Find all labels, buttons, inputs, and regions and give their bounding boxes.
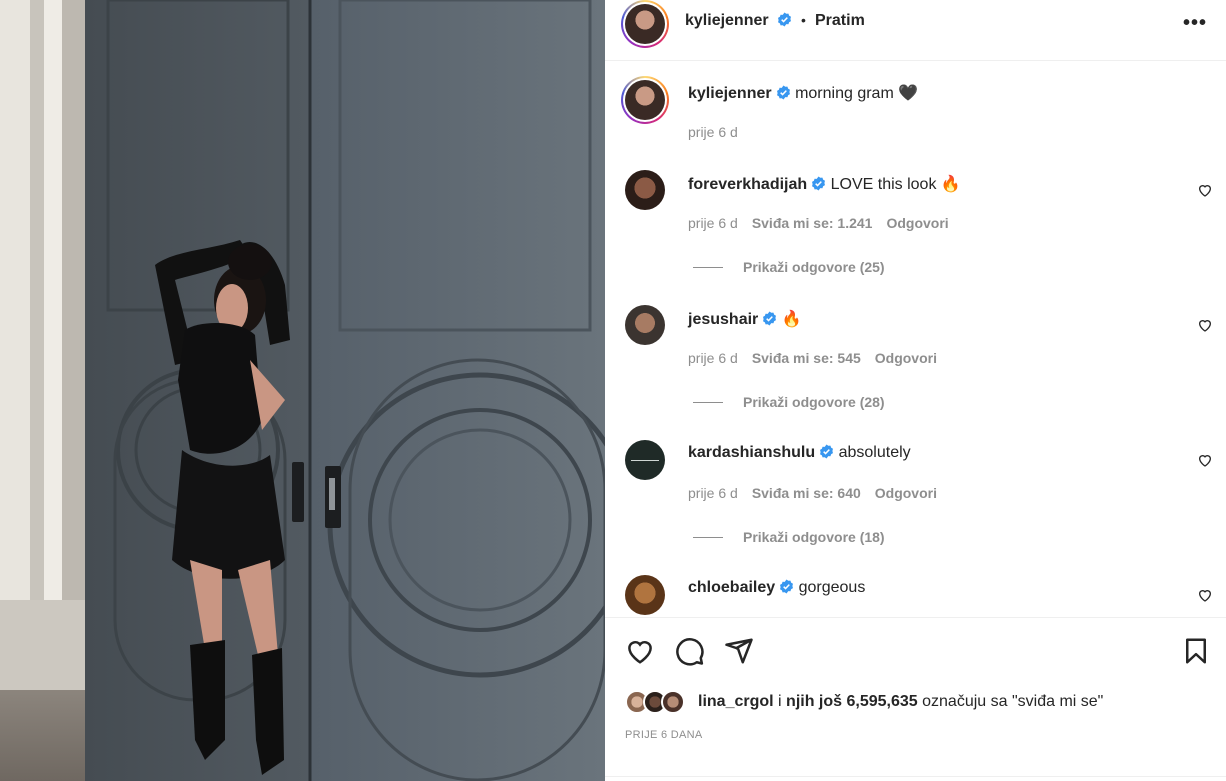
likes-count[interactable]: njih još 6,595,635 <box>786 693 918 710</box>
author-username[interactable]: kyliejenner <box>685 12 792 30</box>
liker-avatar <box>661 690 685 714</box>
view-replies-button[interactable]: Prikaži odgovore (25) <box>693 259 885 275</box>
comment-text: LOVE this look <box>830 176 937 193</box>
more-icon[interactable]: ••• <box>1183 12 1207 35</box>
comment-line: foreverkhadijah LOVE this look 🔥 <box>688 174 961 194</box>
heart-icon[interactable] <box>625 636 655 666</box>
comment-item: chloebailey gorgeous <box>605 557 1226 616</box>
comment-username[interactable]: kardashianshulu <box>688 444 815 461</box>
heart-icon[interactable] <box>1197 182 1213 198</box>
fire-emoji: 🔥 <box>781 311 802 328</box>
divider <box>605 776 1226 777</box>
post-header: kyliejenner • Pratim ••• <box>605 0 1226 61</box>
post-date[interactable]: PRIJE 6 DANA <box>625 729 703 741</box>
post-photo[interactable] <box>0 0 605 781</box>
caption-time[interactable]: prije 6 d <box>688 124 738 140</box>
avatar-logo-mark <box>631 459 659 461</box>
caption-line: kyliejenner morning gram 🖤 <box>688 83 918 103</box>
verified-icon <box>820 444 834 459</box>
comment-meta: prije 6 d Sviđa mi se: 640 Odgovori <box>688 485 951 501</box>
comment-meta: prije 6 d Sviđa mi se: 1.241 Odgovori <box>688 215 963 231</box>
view-replies-button[interactable]: Prikaži odgovore (28) <box>693 394 885 410</box>
comment-item: kardashianshulu absolutely prije 6 d Sviđ… <box>605 422 1226 557</box>
comment-username[interactable]: jesushair <box>688 311 758 328</box>
commenter-avatar[interactable] <box>625 305 665 345</box>
verified-icon <box>812 176 826 191</box>
commenter-avatar[interactable] <box>625 170 665 210</box>
comment-icon[interactable] <box>675 636 705 666</box>
caption-avatar[interactable] <box>621 76 669 124</box>
verified-icon <box>780 579 794 594</box>
post-caption: kyliejenner morning gram 🖤 prije 6 d <box>605 62 1226 152</box>
replies-divider <box>693 537 723 538</box>
likes-text: lina_crgol i njih još 6,595,635 označuju… <box>698 693 1103 711</box>
view-replies-button[interactable]: Prikaži odgovore (18) <box>693 529 885 545</box>
post-photo-image <box>0 0 605 781</box>
commenter-avatar[interactable] <box>625 575 665 615</box>
bookmark-icon[interactable] <box>1181 636 1211 666</box>
comment-time[interactable]: prije 6 d <box>688 215 738 231</box>
reply-button[interactable]: Odgovori <box>875 350 937 366</box>
replies-divider <box>693 267 723 268</box>
header-separator: • <box>801 12 806 28</box>
first-liker[interactable]: lina_crgol <box>698 693 774 710</box>
comment-username[interactable]: foreverkhadijah <box>688 176 807 193</box>
share-icon[interactable] <box>724 636 754 666</box>
replies-divider <box>693 402 723 403</box>
reply-button[interactable]: Odgovori <box>875 485 937 501</box>
comment-likes[interactable]: Sviđa mi se: 640 <box>752 485 861 501</box>
comment-time[interactable]: prije 6 d <box>688 350 738 366</box>
comment-item: foreverkhadijah LOVE this look 🔥 prije 6… <box>605 152 1226 287</box>
heart-icon[interactable] <box>1197 317 1213 333</box>
verified-icon <box>776 85 790 100</box>
likes-suffix: označuju sa "sviđa mi se" <box>922 693 1104 710</box>
verified-icon <box>763 311 777 326</box>
comment-text: gorgeous <box>798 579 866 596</box>
comment-line: chloebailey gorgeous <box>688 579 865 597</box>
comment-line: jesushair 🔥 <box>688 309 802 329</box>
view-replies-label[interactable]: Prikaži odgovore (25) <box>743 259 885 275</box>
fire-emoji: 🔥 <box>940 176 961 193</box>
caption-username[interactable]: kyliejenner <box>688 85 772 102</box>
likes-conjunction: i <box>778 693 782 710</box>
author-username-text[interactable]: kyliejenner <box>685 12 769 29</box>
commenter-avatar[interactable] <box>625 440 665 480</box>
heart-icon[interactable] <box>1197 587 1213 603</box>
comment-likes[interactable]: Sviđa mi se: 545 <box>752 350 861 366</box>
view-replies-label[interactable]: Prikaži odgovore (28) <box>743 394 885 410</box>
comment-likes[interactable]: Sviđa mi se: 1.241 <box>752 215 873 231</box>
comment-text: absolutely <box>838 444 911 461</box>
comment-username[interactable]: chloebailey <box>688 579 775 596</box>
author-avatar[interactable] <box>621 0 669 48</box>
post-actions: lina_crgol i njih još 6,595,635 označuju… <box>605 617 1226 781</box>
comment-item: jesushair 🔥 prije 6 d Sviđa mi se: 545 Odg… <box>605 287 1226 422</box>
verified-icon <box>778 12 792 27</box>
view-replies-label[interactable]: Prikaži odgovore (18) <box>743 529 885 545</box>
caption-text: morning gram <box>795 85 894 102</box>
black-heart-emoji: 🖤 <box>898 85 919 102</box>
post-detail-panel: kyliejenner • Pratim ••• kyliejenner mor… <box>605 0 1226 781</box>
comments-list[interactable]: foreverkhadijah LOVE this look 🔥 prije 6… <box>605 152 1226 616</box>
comment-time[interactable]: prije 6 d <box>688 485 738 501</box>
comment-meta: prije 6 d Sviđa mi se: 545 Odgovori <box>688 350 951 366</box>
reply-button[interactable]: Odgovori <box>886 215 948 231</box>
comment-line: kardashianshulu absolutely <box>688 444 911 462</box>
following-button[interactable]: Pratim <box>815 12 865 30</box>
likes-summary[interactable]: lina_crgol i njih još 6,595,635 označuju… <box>625 688 1215 716</box>
heart-icon[interactable] <box>1197 452 1213 468</box>
